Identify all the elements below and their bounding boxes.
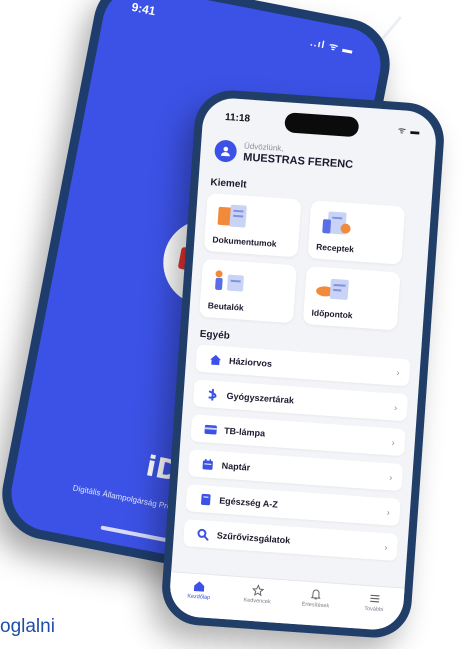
status-icons: ᯤ ▬: [397, 125, 421, 137]
tile-prescriptions[interactable]: Receptek: [307, 200, 406, 265]
menu-row-label: Gyógyszertárak: [226, 390, 295, 405]
referrals-illustration: [215, 270, 244, 292]
profile-avatar[interactable]: [213, 139, 238, 163]
chevron-right-icon: ›: [393, 401, 398, 413]
status-time: 11:18: [224, 111, 251, 125]
search-icon: [195, 526, 210, 541]
menu-row-screenings[interactable]: Szűrővizsgálatok ›: [183, 519, 399, 562]
calendar-icon: [200, 457, 215, 472]
menu-row-label: TB-lámpa: [223, 425, 266, 439]
tab-label: További: [364, 605, 384, 614]
menu-row-calendar[interactable]: Naptár ›: [187, 449, 404, 492]
tab-label: Kezdőlap: [187, 593, 211, 602]
chevron-right-icon: ›: [396, 367, 401, 378]
dynamic-island: [284, 112, 360, 138]
tile-appointments[interactable]: Időpontok: [302, 266, 401, 331]
home-phone: 11:18 ᯤ ▬ Üdvözlünk, MUESTRAS FERENC Kie…: [159, 87, 447, 641]
bell-icon: [311, 589, 321, 600]
menu-row-label: Szűrővizsgálatok: [216, 529, 291, 546]
book-icon: [198, 492, 213, 507]
menu-row-tb-lamp[interactable]: TB-lámpa ›: [190, 414, 406, 457]
partial-caption-text: oglalni: [0, 616, 55, 637]
status-icons: ..ıl ᯤ ▬: [309, 37, 355, 57]
card-icon: [203, 422, 218, 437]
tab-label: Kedvencek: [243, 597, 271, 606]
user-icon: [220, 146, 230, 157]
menu-row-label: Háziorvos: [228, 355, 273, 369]
menu-row-label: Egészség A-Z: [218, 495, 279, 510]
tab-label: Értesítések: [301, 601, 330, 610]
documents-illustration: [217, 204, 247, 228]
tab-more[interactable]: További: [349, 591, 400, 614]
status-time: 9:41: [130, 0, 157, 19]
appointments-illustration: [316, 278, 349, 300]
house-icon: [208, 352, 223, 367]
chevron-right-icon: ›: [388, 471, 393, 482]
chevron-right-icon: ›: [386, 506, 391, 517]
tab-favorites[interactable]: Kedvencek: [232, 583, 283, 606]
star-icon: [251, 584, 265, 597]
chevron-right-icon: ›: [391, 436, 396, 448]
tile-documents[interactable]: Dokumentumok: [203, 192, 302, 258]
home-screen: 11:18 ᯤ ▬ Üdvözlünk, MUESTRAS FERENC Kie…: [168, 96, 438, 632]
menu-row-health-az[interactable]: Egészség A-Z ›: [185, 484, 401, 527]
tile-label: Időpontok: [311, 307, 353, 321]
tile-label: Receptek: [315, 241, 355, 255]
pharmacy-icon: [205, 387, 220, 402]
tab-home[interactable]: Kezdőlap: [174, 579, 225, 602]
other-section-title: Egyéb: [199, 328, 231, 342]
chevron-right-icon: ›: [384, 541, 388, 552]
menu-icon: [369, 594, 380, 603]
tile-label: Dokumentumok: [212, 234, 277, 249]
tab-notifications[interactable]: Értesítések: [290, 587, 341, 610]
splash-caption: Digitális Állampolgárság Pro: [72, 483, 172, 512]
tile-referrals[interactable]: Beutalók: [199, 258, 297, 324]
home-icon: [194, 581, 205, 592]
featured-section-title: Kiemelt: [210, 177, 247, 191]
menu-row-pharmacies[interactable]: Gyógyszertárak ›: [192, 379, 409, 422]
prescriptions-illustration: [322, 211, 351, 235]
menu-row-family-doctor[interactable]: Háziorvos ›: [195, 344, 411, 387]
tile-label: Beutalók: [207, 300, 245, 313]
bottom-tab-bar: Kezdőlap Kedvencek Értesítések További: [168, 571, 405, 632]
menu-row-label: Naptár: [221, 460, 251, 473]
greeting-header: Üdvözlünk, MUESTRAS FERENC: [213, 139, 354, 171]
